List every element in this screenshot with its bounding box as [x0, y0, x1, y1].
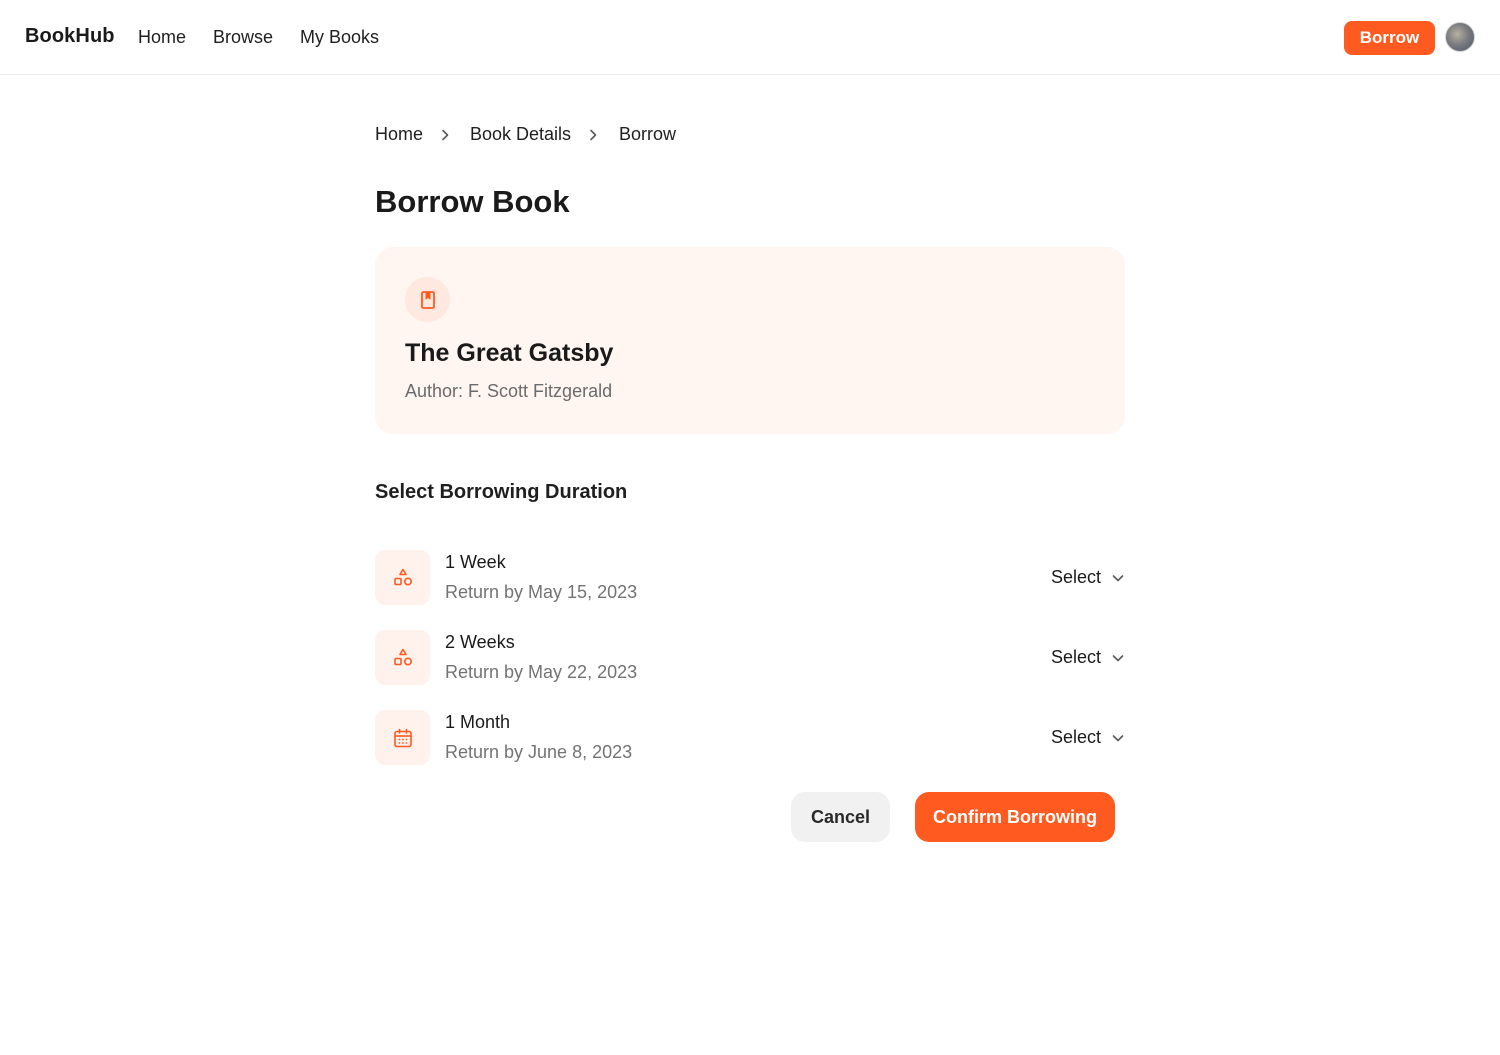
book-icon-badge: [405, 277, 450, 322]
confirm-borrowing-button[interactable]: Confirm Borrowing: [915, 792, 1115, 842]
shapes-icon: [393, 568, 412, 586]
chevron-down-icon[interactable]: [1111, 571, 1125, 585]
option-select-dropdown[interactable]: Select: [1051, 647, 1125, 668]
brand-logo[interactable]: BookHub: [25, 25, 115, 48]
book-icon: [420, 290, 435, 309]
option-return-date: Return by May 22, 2023: [445, 662, 638, 682]
option-icon-badge: [375, 710, 430, 765]
option-return-date: Return by June 8, 2023: [445, 742, 633, 762]
duration-option-2-weeks[interactable]: 2 Weeks Return by May 22, 2023 Select: [375, 630, 1125, 686]
cancel-button[interactable]: Cancel: [791, 792, 890, 842]
nav-my-books-link[interactable]: My Books: [300, 27, 379, 48]
select-label[interactable]: Select: [1051, 567, 1101, 588]
breadcrumb-home[interactable]: Home: [375, 124, 423, 145]
breadcrumb-borrow: Borrow: [619, 124, 677, 144]
chevron-down-icon[interactable]: [1111, 651, 1125, 665]
option-icon-badge: [375, 550, 430, 605]
duration-option-1-week[interactable]: 1 Week Return by May 15, 2023 Select: [375, 550, 1125, 606]
chevron-right-icon: [590, 129, 597, 141]
option-title: 1 Week: [445, 552, 506, 572]
shapes-icon: [393, 648, 412, 666]
book-summary-card: The Great Gatsby Author: F. Scott Fitzge…: [375, 247, 1125, 434]
calendar-icon: [393, 728, 412, 747]
option-return-date: Return by May 15, 2023: [445, 582, 638, 602]
breadcrumb-book-details[interactable]: Book Details: [470, 124, 571, 145]
duration-option-1-month[interactable]: 1 Month Return by June 8, 2023 Select: [375, 710, 1125, 766]
select-label[interactable]: Select: [1051, 727, 1101, 748]
option-title: 1 Month: [445, 712, 511, 732]
nav-browse-link[interactable]: Browse: [213, 27, 273, 48]
chevron-right-icon: [442, 129, 449, 141]
select-label[interactable]: Select: [1051, 647, 1101, 668]
option-select-dropdown[interactable]: Select: [1051, 727, 1125, 748]
option-title: 2 Weeks: [445, 632, 515, 652]
option-select-dropdown[interactable]: Select: [1051, 567, 1125, 588]
top-navigation-bar: BookHub Home Browse My Books Borrow: [0, 0, 1500, 75]
duration-section-label: Select Borrowing Duration: [375, 481, 628, 503]
option-icon-badge: [375, 630, 430, 685]
chevron-down-icon[interactable]: [1111, 731, 1125, 745]
page-title: Borrow Book: [375, 184, 570, 219]
book-title: The Great Gatsby: [405, 339, 614, 367]
user-avatar[interactable]: [1445, 22, 1475, 52]
header-borrow-button[interactable]: Borrow: [1344, 21, 1435, 55]
book-author: Author: F. Scott Fitzgerald: [405, 381, 613, 401]
nav-home-link[interactable]: Home: [138, 27, 186, 48]
